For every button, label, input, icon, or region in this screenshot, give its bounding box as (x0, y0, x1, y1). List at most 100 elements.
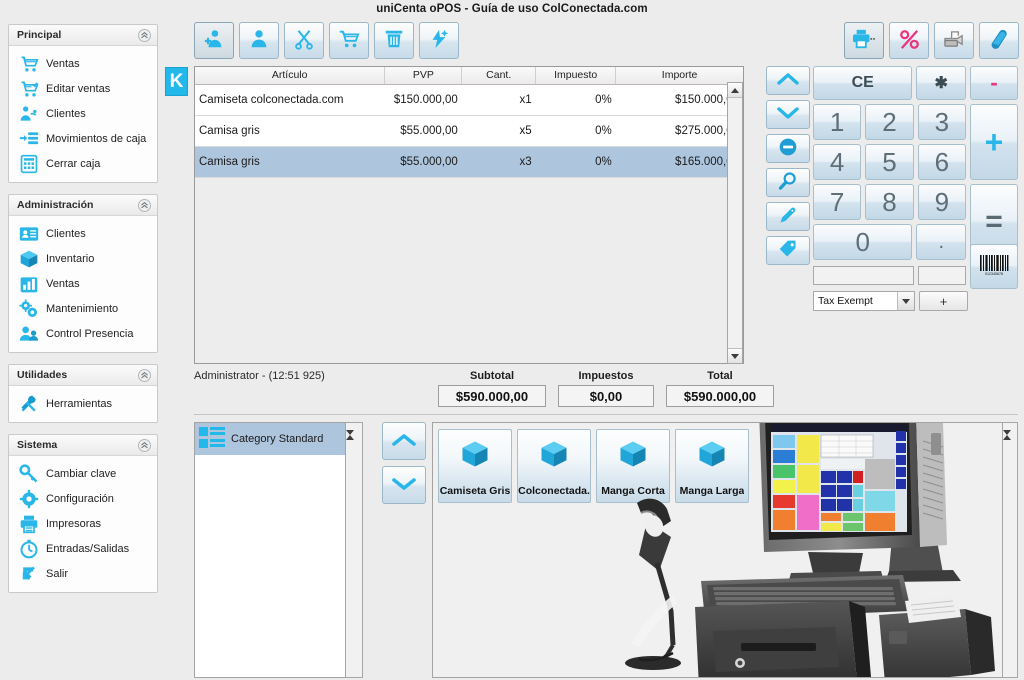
key-3[interactable]: 3 (918, 104, 966, 140)
plus-button[interactable]: + (970, 104, 1018, 180)
move-up-button[interactable] (766, 66, 810, 95)
column-header-impuesto[interactable]: Impuesto (536, 67, 616, 84)
collapse-chevron-icon[interactable] (138, 439, 151, 452)
panel-body-utilidades: Herramientas (9, 386, 157, 422)
scroll-down-button[interactable] (346, 435, 362, 447)
collapse-sidebar-button[interactable]: K (165, 67, 188, 96)
sidebar-item-cambiar-clave[interactable]: Cambiar clave (9, 461, 157, 486)
edit-line-button[interactable] (766, 202, 810, 231)
eraser-button[interactable] (979, 22, 1019, 59)
column-header-importe[interactable]: Importe (616, 67, 743, 84)
cell-importe: $150.000,00 (616, 84, 743, 115)
scrollbar-track[interactable] (728, 98, 742, 348)
table-row[interactable]: Camisa gris $55.000,00 x3 0% $165.000,00 (195, 146, 743, 177)
cell-impuesto: 0% (536, 115, 616, 146)
key-9[interactable]: 9 (918, 184, 966, 220)
add-customer-button[interactable] (194, 22, 234, 59)
sidebar-item-configuracion[interactable]: Configuración (9, 486, 157, 511)
collapse-chevron-icon[interactable] (138, 199, 151, 212)
new-ticket-button[interactable] (329, 22, 369, 59)
ticket-vertical-scrollbar[interactable] (727, 82, 743, 364)
product-button[interactable]: Colconectada. (517, 429, 591, 503)
discount-button[interactable] (889, 22, 929, 59)
pos-hardware-photo (613, 422, 1003, 678)
key-0[interactable]: 0 (813, 224, 912, 260)
panel-header-principal[interactable]: Principal (9, 25, 157, 46)
key-1[interactable]: 1 (813, 104, 861, 140)
sidebar-item-clientes[interactable]: Clientes (9, 101, 157, 126)
catalog-right-scrollbar[interactable] (1002, 422, 1018, 678)
sidebar-item-inventario[interactable]: Inventario (9, 246, 157, 271)
ticket-empty-area[interactable] (195, 178, 743, 365)
table-row[interactable]: Camiseta colconectada.com $150.000,00 x1… (195, 84, 743, 115)
eraser-icon (988, 28, 1011, 54)
delete-ticket-button[interactable] (374, 22, 414, 59)
sidebar-item-label: Control Presencia (46, 328, 133, 340)
sidebar-item-herramientas[interactable]: Herramientas (9, 391, 157, 416)
product-button[interactable]: Camiseta Gris (438, 429, 512, 503)
ticket-lines-table[interactable]: Artículo PVP Cant. Impuesto Importe Cami… (194, 66, 744, 364)
clear-entry-button[interactable]: CE (813, 66, 912, 100)
key-5[interactable]: 5 (865, 144, 913, 180)
sidebar-item-ventas[interactable]: Ventas (9, 51, 157, 76)
price-tag-button[interactable] (766, 236, 810, 265)
sidebar-item-control-presencia[interactable]: Control Presencia (9, 321, 157, 346)
key-2[interactable]: 2 (865, 104, 913, 140)
keypad-secondary-field[interactable] (918, 266, 967, 285)
print-options-button[interactable] (844, 22, 884, 59)
print-ticket-button[interactable] (934, 22, 974, 59)
scroll-up-button[interactable] (728, 83, 742, 98)
split-ticket-button[interactable] (284, 22, 324, 59)
collapse-chevron-icon[interactable] (138, 29, 151, 42)
search-product-button[interactable] (766, 168, 810, 197)
catalog-scroll-up-button[interactable] (382, 422, 426, 460)
category-vertical-scrollbar[interactable] (346, 422, 363, 678)
column-header-pvp[interactable]: PVP (385, 67, 462, 84)
multiply-button[interactable]: ✱ (916, 66, 966, 100)
minus-circle-icon (778, 137, 798, 160)
product-grid-pane: Camiseta Gris Colconectada. Manga Corta … (432, 422, 1018, 678)
barcode-scan-button[interactable]: 012345678 (970, 244, 1018, 289)
panel-header-administracion[interactable]: Administración (9, 195, 157, 216)
sidebar-item-label: Entradas/Salidas (46, 543, 129, 555)
key-6[interactable]: 6 (918, 144, 966, 180)
key-8[interactable]: 8 (865, 184, 913, 220)
chevron-down-icon[interactable] (897, 292, 914, 310)
panel-header-sistema[interactable]: Sistema (9, 435, 157, 456)
key-decimal[interactable]: . (916, 224, 966, 260)
sidebar-item-ventas-admin[interactable]: Ventas (9, 271, 157, 296)
remove-line-button[interactable] (766, 134, 810, 163)
quick-action-button[interactable] (419, 22, 459, 59)
key-7[interactable]: 7 (813, 184, 861, 220)
category-list[interactable]: Category Standard (194, 422, 346, 678)
collapse-chevron-icon[interactable] (138, 369, 151, 382)
sidebar-item-cerrar-caja[interactable]: Cerrar caja (9, 151, 157, 176)
list-item[interactable]: Category Standard (195, 423, 345, 455)
sidebar-item-entradas-salidas[interactable]: Entradas/Salidas (9, 536, 157, 561)
column-header-articulo[interactable]: Artículo (195, 67, 385, 84)
key-4[interactable]: 4 (813, 144, 861, 180)
add-tax-button[interactable]: + (919, 291, 968, 311)
customer-button[interactable] (239, 22, 279, 59)
sidebar-item-mantenimiento[interactable]: Mantenimiento (9, 296, 157, 321)
scroll-down-button[interactable] (728, 348, 742, 363)
cell-articulo: Camisa gris (195, 146, 385, 177)
column-header-cant[interactable]: Cant. (462, 67, 536, 84)
scroll-down-button[interactable] (1003, 435, 1017, 447)
sidebar-item-salir[interactable]: Salir (9, 561, 157, 586)
sidebar-item-clientes-admin[interactable]: Clientes (9, 221, 157, 246)
sidebar-item-movimientos-de-caja[interactable]: Movimientos de caja (9, 126, 157, 151)
exit-icon (19, 564, 39, 584)
panel-header-utilidades[interactable]: Utilidades (9, 365, 157, 386)
sidebar-item-editar-ventas[interactable]: Editar ventas (9, 76, 157, 101)
sidebar-item-impresoras[interactable]: Impresoras (9, 511, 157, 536)
minus-button[interactable]: - (970, 66, 1018, 100)
chevron-down-icon (391, 476, 417, 495)
keypad-input-field[interactable] (813, 266, 914, 285)
cell-cant: x3 (462, 146, 536, 177)
catalog-scroll-down-button[interactable] (382, 466, 426, 504)
gears-icon (19, 299, 39, 319)
table-row[interactable]: Camisa gris $55.000,00 x5 0% $275.000,00 (195, 115, 743, 146)
move-down-button[interactable] (766, 100, 810, 129)
tax-select[interactable]: Tax Exempt (813, 291, 915, 311)
